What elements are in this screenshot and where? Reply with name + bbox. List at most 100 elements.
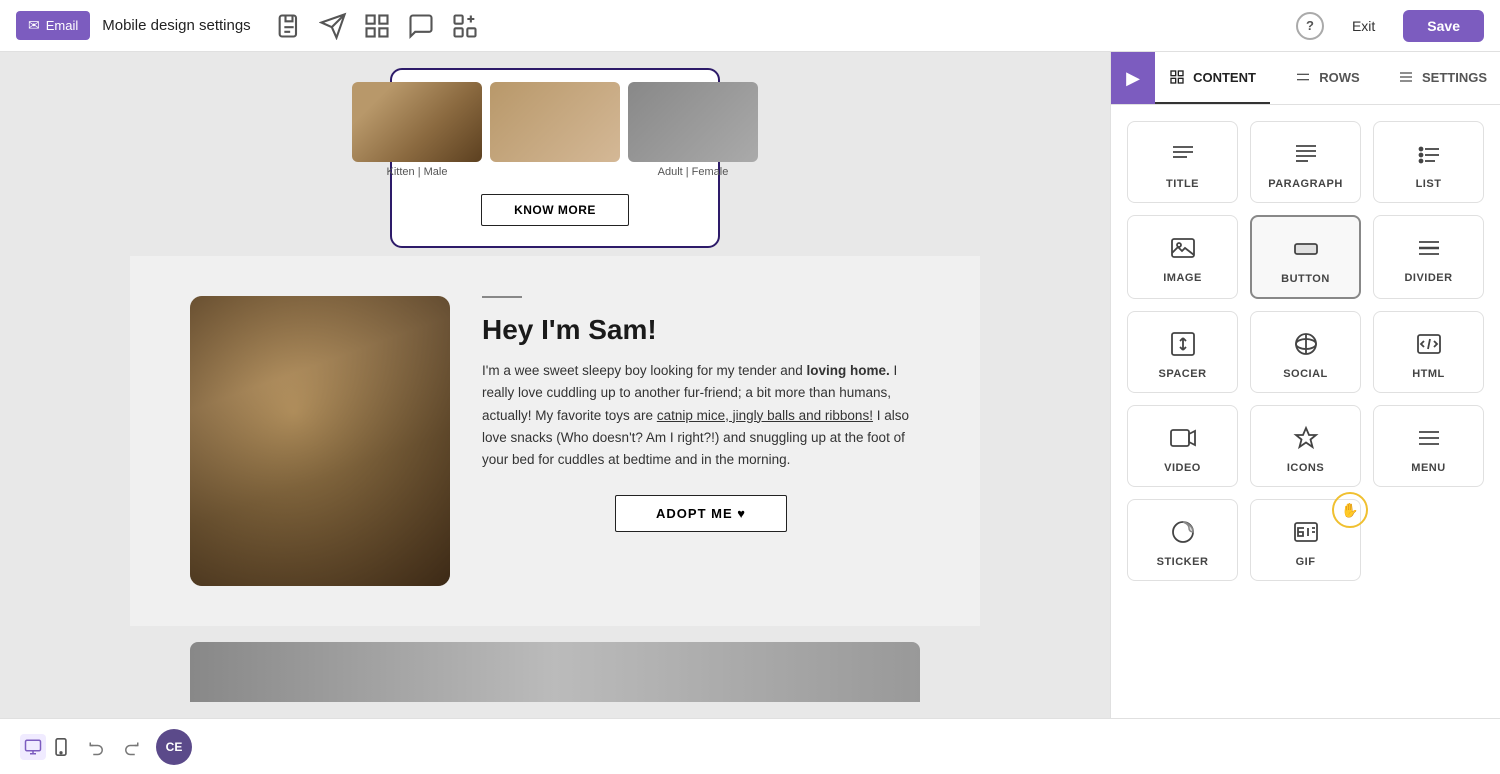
grid-item-paragraph[interactable]: PARAGRAPH — [1250, 121, 1361, 203]
paragraph-item-label: PARAGRAPH — [1268, 178, 1343, 190]
content-tab-icon — [1169, 69, 1185, 85]
save-button[interactable]: Save — [1403, 10, 1484, 42]
sam-text-1: I'm a wee sweet sleepy boy looking for m… — [482, 363, 807, 378]
panel-toggle-button[interactable]: ▶ — [1111, 52, 1155, 104]
add-block-icon-button[interactable] — [451, 12, 479, 40]
social-icon — [1292, 328, 1320, 360]
desktop-icon — [24, 738, 42, 756]
sam-cat-image — [190, 296, 450, 586]
tab-rows-label: ROWS — [1319, 70, 1359, 85]
video-icon — [1169, 422, 1197, 454]
redo-icon — [122, 738, 140, 756]
cursor-highlight: ✋ — [1332, 492, 1368, 528]
social-item-label: SOCIAL — [1283, 368, 1328, 380]
grid-item-html[interactable]: HTML — [1373, 311, 1484, 393]
spacer-icon — [1169, 328, 1197, 360]
right-panel: ▶ CONTENT ROWS SETTINGS — [1110, 52, 1500, 718]
bottom-bar: CE — [0, 718, 1500, 774]
icons-icon — [1292, 422, 1320, 454]
gif-item-label: GIF — [1296, 556, 1316, 568]
undo-button[interactable] — [88, 738, 106, 756]
mobile-icon — [54, 738, 68, 756]
grid-item-button[interactable]: BUTTON — [1250, 215, 1361, 299]
page-title: Mobile design settings — [102, 17, 250, 34]
video-item-label: VIDEO — [1164, 462, 1201, 474]
save-doc-icon-button[interactable] — [275, 12, 303, 40]
topbar-right: ? Exit Save — [1296, 10, 1484, 42]
tab-content-label: CONTENT — [1193, 70, 1256, 85]
chevron-right-icon: ▶ — [1126, 68, 1140, 89]
grid-icon-button[interactable] — [363, 12, 391, 40]
sam-text-bold: loving home. — [807, 363, 890, 378]
paragraph-icon — [1292, 138, 1320, 170]
bottom-section — [130, 626, 980, 702]
button-item-label: BUTTON — [1281, 273, 1330, 285]
send-icon-button[interactable] — [319, 12, 347, 40]
image-icon — [1169, 232, 1197, 264]
bottom-image — [190, 642, 920, 702]
grid-item-gif[interactable]: ✋ GIF — [1250, 499, 1361, 581]
grid-item-list[interactable]: LIST — [1373, 121, 1484, 203]
grid-item-menu[interactable]: MENU — [1373, 405, 1484, 487]
html-icon — [1415, 328, 1443, 360]
email-icon: ✉ — [28, 17, 40, 34]
grid-item-divider[interactable]: DIVIDER — [1373, 215, 1484, 299]
sam-content: Hey I'm Sam! I'm a wee sweet sleepy boy … — [482, 296, 920, 532]
html-item-label: HTML — [1412, 368, 1445, 380]
cat-image-2 — [490, 82, 620, 162]
cat-card-1: Kitten | Male — [352, 82, 482, 178]
title-item-label: TITLE — [1166, 178, 1199, 190]
cats-section: Kitten | Male Adult | Female — [390, 68, 720, 248]
grid-item-title[interactable]: TITLE — [1127, 121, 1238, 203]
list-icon — [1415, 138, 1443, 170]
rows-tab-icon — [1295, 69, 1311, 85]
know-more-button[interactable]: KNOW MORE — [481, 194, 629, 226]
main-layout: Kitten | Male Adult | Female — [0, 52, 1500, 718]
email-button[interactable]: ✉ Email — [16, 11, 90, 40]
image-item-label: IMAGE — [1163, 272, 1202, 284]
cats-row: Kitten | Male Adult | Female — [352, 82, 758, 178]
cat-label-3: Adult | Female — [658, 166, 729, 178]
canvas-area[interactable]: Kitten | Male Adult | Female — [0, 52, 1110, 718]
adopt-me-button[interactable]: ADOPT ME ♥ — [615, 495, 787, 532]
grid-item-video[interactable]: VIDEO — [1127, 405, 1238, 487]
cat-card-2 — [490, 82, 620, 178]
grid-item-icons[interactable]: ICONS — [1250, 405, 1361, 487]
chat-icon-button[interactable] — [407, 12, 435, 40]
divider-icon — [1415, 232, 1443, 264]
undo-icon — [88, 738, 106, 756]
mobile-canvas: Kitten | Male Adult | Female — [130, 52, 980, 702]
help-button[interactable]: ? — [1296, 12, 1324, 40]
email-button-label: Email — [46, 18, 79, 33]
tab-settings-label: SETTINGS — [1422, 70, 1487, 85]
exit-button[interactable]: Exit — [1340, 12, 1387, 40]
mobile-view-button[interactable] — [50, 734, 72, 760]
settings-tab-icon — [1398, 69, 1414, 85]
panel-header: ▶ CONTENT ROWS SETTINGS — [1111, 52, 1500, 105]
topbar-icons — [275, 12, 479, 40]
desktop-view-button[interactable] — [20, 734, 46, 760]
sam-section: Hey I'm Sam! I'm a wee sweet sleepy boy … — [130, 256, 980, 626]
tab-settings[interactable]: SETTINGS — [1385, 52, 1500, 104]
sam-description: I'm a wee sweet sleepy boy looking for m… — [482, 360, 920, 471]
redo-button[interactable] — [122, 738, 140, 756]
sam-title: Hey I'm Sam! — [482, 314, 920, 346]
grid-item-social[interactable]: SOCIAL — [1250, 311, 1361, 393]
sticker-icon — [1169, 516, 1197, 548]
tab-rows[interactable]: ROWS — [1270, 52, 1385, 104]
panel-content: TITLE PARAGRAPH LIST — [1111, 105, 1500, 718]
menu-icon — [1415, 422, 1443, 454]
title-icon — [1169, 138, 1197, 170]
content-grid: TITLE PARAGRAPH LIST — [1127, 121, 1484, 581]
spacer-item-label: SPACER — [1158, 368, 1206, 380]
gif-icon — [1292, 516, 1320, 548]
tab-content[interactable]: CONTENT — [1155, 52, 1270, 104]
grid-item-spacer[interactable]: SPACER — [1127, 311, 1238, 393]
topbar: ✉ Email Mobile design settings ? Exit Sa… — [0, 0, 1500, 52]
grid-item-image[interactable]: IMAGE — [1127, 215, 1238, 299]
button-icon — [1292, 233, 1320, 265]
view-toggle — [20, 734, 72, 760]
grid-item-sticker[interactable]: STICKER — [1127, 499, 1238, 581]
cat-image-1 — [352, 82, 482, 162]
sticker-item-label: STICKER — [1157, 556, 1209, 568]
